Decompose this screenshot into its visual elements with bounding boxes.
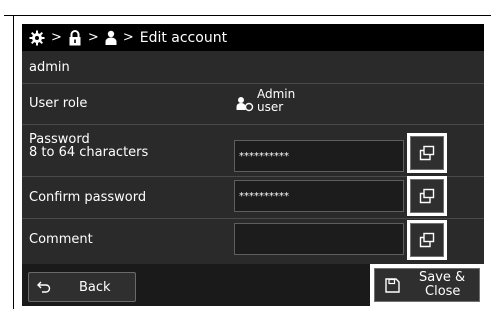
back-button-label: Back: [79, 280, 111, 295]
user-role-row: User role Admin user: [22, 84, 484, 124]
save-close-label-line2: Close: [425, 284, 461, 299]
breadcrumb-separator: >: [122, 30, 134, 45]
save-close-highlight: Save & Close: [370, 264, 484, 306]
frame-top-line: [4, 15, 491, 16]
save-icon: [385, 278, 400, 297]
breadcrumb-current: Edit account: [139, 29, 228, 46]
breadcrumb-separator: >: [87, 30, 99, 45]
confirm-password-field[interactable]: **********: [234, 180, 404, 212]
save-close-label-line1: Save &: [419, 270, 466, 285]
breadcrumb: > > > Edit account: [22, 24, 484, 51]
copy-icon: [410, 179, 444, 213]
user-role-label: User role: [29, 96, 88, 111]
back-button[interactable]: Back: [28, 272, 136, 302]
confirm-password-label: Confirm password: [29, 190, 147, 205]
gear-icon[interactable]: [29, 30, 45, 46]
confirm-password-copy-button[interactable]: [407, 176, 447, 216]
save-close-button[interactable]: Save & Close: [374, 268, 480, 302]
comment-copy-button[interactable]: [407, 220, 447, 260]
frame-left-line: [13, 15, 14, 309]
user-icon[interactable]: [105, 30, 117, 46]
back-arrow-icon: [37, 281, 51, 297]
comment-label: Comment: [29, 232, 93, 247]
user-role-value-line2: user: [257, 100, 284, 114]
comment-field[interactable]: [234, 223, 404, 255]
password-hint: 8 to 64 characters: [29, 145, 149, 160]
user-role-icon: [236, 96, 254, 116]
password-field[interactable]: **********: [234, 140, 404, 172]
copy-icon: [410, 223, 444, 257]
breadcrumb-separator: >: [51, 30, 62, 45]
password-copy-button[interactable]: [407, 133, 447, 173]
account-name-row: admin: [22, 51, 484, 83]
footer-bar: Back Save & Close: [22, 264, 484, 306]
edit-account-screen: > > > Edit account admin User role Admin…: [22, 24, 484, 306]
account-name: admin: [29, 60, 70, 75]
lock-icon[interactable]: [68, 29, 82, 46]
copy-icon: [410, 136, 444, 170]
